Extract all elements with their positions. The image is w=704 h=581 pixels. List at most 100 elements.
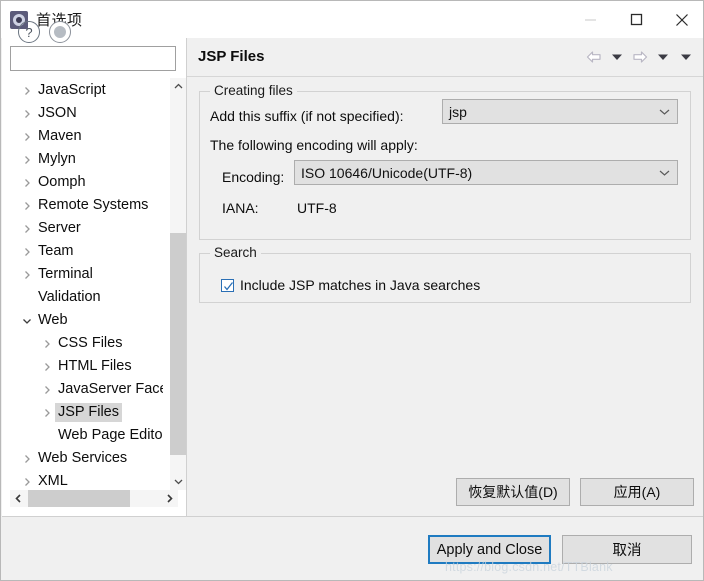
chevron-right-icon[interactable] xyxy=(39,378,55,401)
view-menu-chevron-down-icon[interactable] xyxy=(676,48,696,66)
chevron-right-icon[interactable] xyxy=(19,171,35,194)
suffix-combo[interactable]: jsp xyxy=(442,99,678,124)
sidebar-item-label: XML xyxy=(38,473,68,489)
arrow-right-icon[interactable] xyxy=(630,48,650,66)
chevron-down-icon xyxy=(659,169,670,176)
chevron-right-icon[interactable] xyxy=(19,217,35,240)
arrow-left-icon[interactable] xyxy=(584,48,604,66)
tree-horizontal-scroll-thumb[interactable] xyxy=(28,490,130,507)
scroll-up-icon[interactable] xyxy=(170,78,187,95)
sidebar-item-css-files[interactable]: CSS Files xyxy=(11,332,163,355)
sidebar-item-json[interactable]: JSON xyxy=(11,102,163,125)
page-header: JSP Files xyxy=(187,38,703,76)
sidebar-item-label: Validation xyxy=(38,289,101,305)
sidebar-item-label: Web xyxy=(38,312,68,328)
window-controls xyxy=(567,1,703,38)
sidebar-item-server[interactable]: Server xyxy=(11,217,163,240)
tree-vertical-scroll-thumb[interactable] xyxy=(170,233,187,455)
sidebar-item-label: Remote Systems xyxy=(38,197,149,213)
sidebar-item-jsp-files[interactable]: JSP Files xyxy=(11,401,163,424)
sidebar-item-team[interactable]: Team xyxy=(11,240,163,263)
sidebar-item-html-files[interactable]: HTML Files xyxy=(11,355,163,378)
sidebar-item-label: Terminal xyxy=(38,266,93,282)
encoding-label: Encoding: xyxy=(222,169,285,185)
minimize-button[interactable] xyxy=(567,1,613,38)
chevron-right-icon[interactable] xyxy=(19,148,35,171)
sidebar-item-label: Web Services xyxy=(38,450,128,466)
iana-value: UTF-8 xyxy=(297,200,337,216)
preferences-tree: JavaScript JSON Maven Mylyn Oomph Remote Syst… xyxy=(10,78,178,508)
sidebar-item-maven[interactable]: Maven xyxy=(11,125,163,148)
maximize-button[interactable] xyxy=(613,1,659,38)
sidebar-item-label: Maven xyxy=(38,128,82,144)
chevron-right-icon[interactable] xyxy=(19,194,35,217)
sidebar-item-javascript[interactable]: JavaScript xyxy=(11,79,163,102)
scroll-down-icon[interactable] xyxy=(170,473,187,490)
forward-history-chevron-down-icon[interactable] xyxy=(653,48,673,66)
tree-vertical-scrollbar[interactable] xyxy=(169,78,187,490)
circle-dot-icon[interactable] xyxy=(49,21,71,43)
sidebar-item-remote-systems[interactable]: Remote Systems xyxy=(11,194,163,217)
sidebar-item-web-page-editor[interactable]: Web Page Editor xyxy=(11,424,163,447)
include-jsp-matches-checkbox[interactable] xyxy=(221,278,234,292)
preference-page: JSP Files Creating files Add this suffix… xyxy=(187,38,703,516)
sidebar-item-label: Team xyxy=(38,243,74,259)
filter-input[interactable] xyxy=(10,46,176,71)
sidebar-item-label: JSON xyxy=(38,105,77,121)
sidebar-item-label: Oomph xyxy=(38,174,86,190)
tree-horizontal-scrollbar[interactable] xyxy=(10,490,178,507)
sidebar-item-javaserver-faces-tools[interactable]: JavaServer Faces Tools xyxy=(11,378,163,401)
chevron-right-icon[interactable] xyxy=(19,79,35,102)
suffix-label: Add this suffix (if not specified): xyxy=(210,108,404,124)
sidebar-item-xml[interactable]: XML xyxy=(11,470,163,491)
preferences-dialog: 首选项 JavaScript JSON Maven Mylyn Oomph Remote … xyxy=(0,0,704,581)
page-navigation-toolbar xyxy=(584,48,696,66)
scroll-right-icon[interactable] xyxy=(161,490,178,507)
creating-files-group-label: Creating files xyxy=(210,83,297,98)
apply-and-close-button[interactable]: Apply and Close xyxy=(428,535,551,564)
preferences-sidebar: JavaScript JSON Maven Mylyn Oomph Remote Syst… xyxy=(2,38,187,516)
chevron-down-icon[interactable] xyxy=(19,309,35,332)
cancel-button[interactable]: 取消 xyxy=(562,535,692,564)
chevron-right-icon[interactable] xyxy=(39,401,55,424)
chevron-right-icon[interactable] xyxy=(39,355,55,378)
search-group: Search Include JSP matches in Java searc… xyxy=(199,245,691,303)
sidebar-item-oomph[interactable]: Oomph xyxy=(11,171,163,194)
iana-label: IANA: xyxy=(222,200,259,216)
chevron-right-icon[interactable] xyxy=(19,102,35,125)
chevron-right-icon[interactable] xyxy=(19,125,35,148)
question-mark-icon[interactable]: ? xyxy=(18,21,40,43)
sidebar-item-label: JSP Files xyxy=(55,403,122,422)
include-jsp-matches-checkbox-row[interactable]: Include JSP matches in Java searches xyxy=(221,277,480,293)
tree-items-container: JavaScript JSON Maven Mylyn Oomph Remote Syst… xyxy=(11,79,163,491)
sidebar-item-label: JavaScript xyxy=(38,82,106,98)
encoding-combo[interactable]: ISO 10646/Unicode(UTF-8) xyxy=(294,160,678,185)
sidebar-item-mylyn[interactable]: Mylyn xyxy=(11,148,163,171)
sidebar-item-label: Web Page Editor xyxy=(58,427,163,443)
encoding-note-label: The following encoding will apply: xyxy=(210,137,418,153)
sidebar-item-label: HTML Files xyxy=(58,358,132,374)
close-button[interactable] xyxy=(659,1,703,38)
sidebar-item-label: Server xyxy=(38,220,81,236)
chevron-right-icon[interactable] xyxy=(19,263,35,286)
suffix-combo-value: jsp xyxy=(449,103,467,120)
scroll-left-icon[interactable] xyxy=(10,490,27,507)
sidebar-item-validation[interactable]: Validation xyxy=(11,286,163,309)
sidebar-item-terminal[interactable]: Terminal xyxy=(11,263,163,286)
chevron-right-icon[interactable] xyxy=(39,332,55,355)
back-history-chevron-down-icon[interactable] xyxy=(607,48,627,66)
chevron-right-icon[interactable] xyxy=(19,240,35,263)
chevron-down-icon xyxy=(659,108,670,115)
sidebar-item-web[interactable]: Web xyxy=(11,309,163,332)
encoding-combo-value: ISO 10646/Unicode(UTF-8) xyxy=(301,164,473,181)
sidebar-item-label: Mylyn xyxy=(38,151,76,167)
chevron-right-icon[interactable] xyxy=(19,447,35,470)
sidebar-item-web-services[interactable]: Web Services xyxy=(11,447,163,470)
include-jsp-matches-label: Include JSP matches in Java searches xyxy=(240,277,481,293)
restore-defaults-button[interactable]: 恢复默认值(D) xyxy=(456,478,570,506)
chevron-right-icon[interactable] xyxy=(19,470,35,491)
title-bar: 首选项 xyxy=(1,1,703,38)
apply-button[interactable]: 应用(A) xyxy=(580,478,694,506)
